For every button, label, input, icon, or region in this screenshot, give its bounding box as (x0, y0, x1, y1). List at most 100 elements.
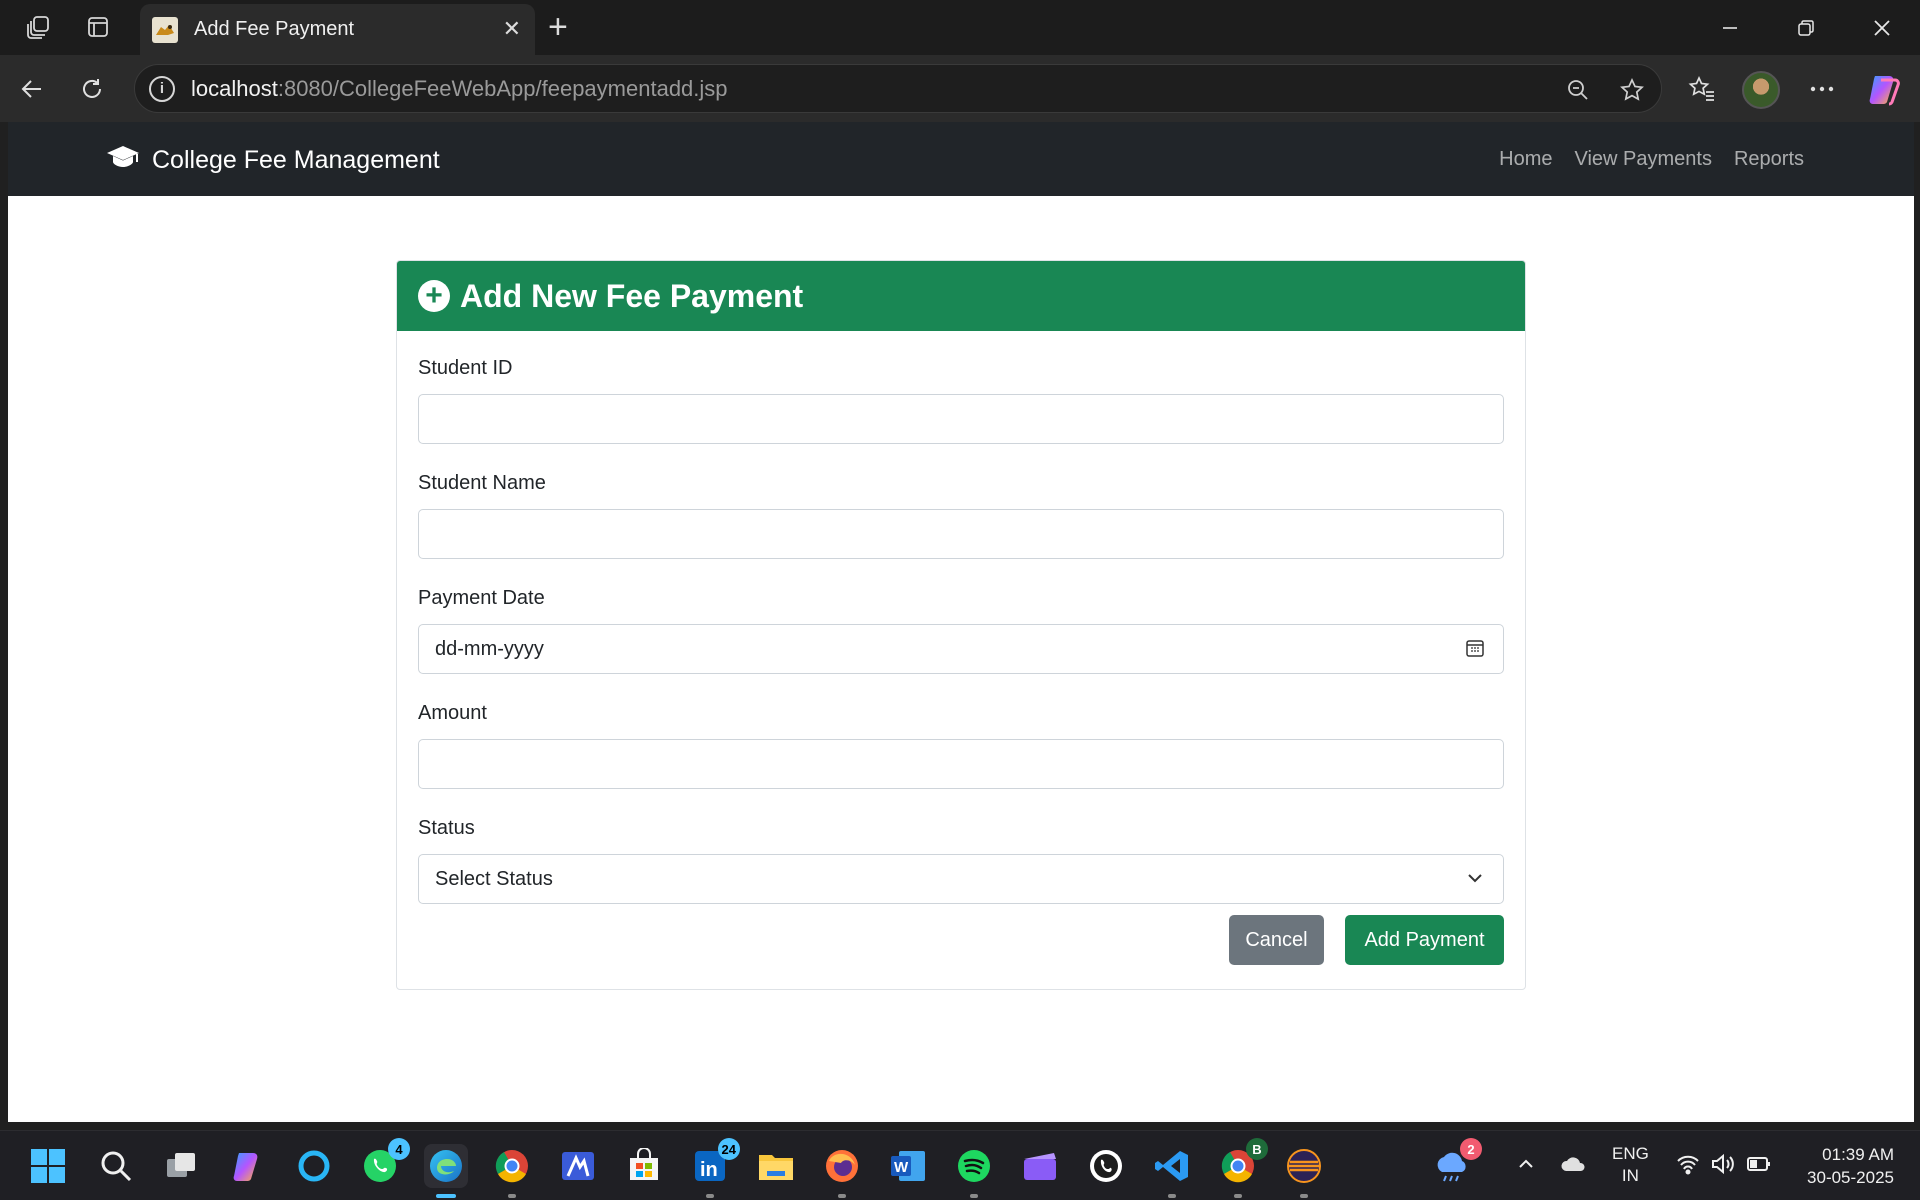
nav-home[interactable]: Home (1499, 148, 1552, 171)
chrome-profile-icon[interactable] (490, 1144, 534, 1198)
form-body: Student ID Student Name Payment Date dd-… (397, 357, 1525, 904)
weather-icon[interactable]: 2 (1430, 1138, 1482, 1188)
zoom-out-icon[interactable] (1565, 77, 1591, 103)
tab-add-fee-payment[interactable]: Add Fee Payment ✕ (140, 4, 535, 55)
tab-title: Add Fee Payment (194, 18, 355, 40)
browser-toolbar: i localhost:8080/CollegeFeeWebApp/feepay… (0, 55, 1920, 122)
amount-input[interactable] (418, 739, 1504, 789)
edge-browser-icon[interactable] (424, 1144, 468, 1198)
payment-date-placeholder: dd-mm-yyyy (435, 637, 544, 660)
graduation-cap-icon (106, 144, 140, 177)
status-selected-value: Select Status (435, 867, 553, 890)
windows-taskbar: 4 in 24 W B 2 ENG IN 01:39 AM 30-05-2025 (0, 1130, 1920, 1200)
fee-payment-card: + Add New Fee Payment Student ID Student… (396, 260, 1526, 990)
battery-icon[interactable] (1746, 1154, 1772, 1179)
cortana-ring-icon[interactable] (292, 1144, 336, 1188)
whatsapp-icon[interactable]: 4 (358, 1138, 410, 1188)
nav-view-payments[interactable]: View Payments (1574, 148, 1711, 171)
svg-text:in: in (700, 1159, 718, 1181)
language-indicator[interactable]: ENG IN (1612, 1143, 1649, 1187)
app-navbar: College Fee Management Home View Payment… (8, 122, 1914, 196)
clock-date: 30-05-2025 (1807, 1168, 1894, 1187)
word-icon[interactable]: W (886, 1144, 930, 1188)
tray-chevron-up-icon[interactable] (1516, 1154, 1536, 1179)
calendar-icon[interactable] (1465, 638, 1485, 664)
student-id-label: Student ID (418, 357, 513, 379)
tomcat-favicon-icon (152, 16, 178, 43)
volume-icon[interactable] (1710, 1153, 1736, 1180)
firefox-running-indicator (838, 1194, 846, 1198)
more-options-icon[interactable] (1804, 71, 1840, 107)
card-header: + Add New Fee Payment (397, 261, 1525, 331)
amount-group: Amount (418, 702, 1504, 789)
linkedin-icon[interactable]: in 24 (688, 1138, 740, 1198)
payment-date-input[interactable]: dd-mm-yyyy (418, 624, 1504, 674)
cancel-button[interactable]: Cancel (1229, 915, 1324, 965)
whatsapp-desktop-icon[interactable] (1084, 1144, 1128, 1188)
status-group: Status Select Status (418, 817, 1504, 904)
nav-reports[interactable]: Reports (1734, 148, 1804, 171)
vscode-icon[interactable] (1150, 1144, 1194, 1198)
status-label: Status (418, 817, 475, 839)
app-blue-a-icon[interactable] (556, 1144, 600, 1188)
start-windows-icon[interactable] (26, 1144, 70, 1188)
student-name-group: Student Name (418, 472, 1504, 559)
brand-name: College Fee Management (152, 146, 440, 174)
tab-close-icon[interactable]: ✕ (503, 16, 521, 42)
edge-active-indicator (436, 1194, 456, 1198)
restore-icon[interactable] (1776, 10, 1836, 46)
svg-text:W: W (894, 1159, 909, 1176)
search-icon[interactable] (94, 1144, 138, 1188)
form-actions: Cancel Add Payment (1229, 915, 1504, 965)
payment-date-group: Payment Date dd-mm-yyyy (418, 587, 1504, 674)
microsoft-store-icon[interactable] (622, 1144, 666, 1188)
chevron-down-icon (1465, 868, 1485, 894)
minimize-icon[interactable] (1700, 10, 1760, 46)
onedrive-cloud-icon[interactable] (1560, 1153, 1588, 1180)
chrome-b-badge: B (1246, 1138, 1268, 1160)
copilot-taskbar-icon[interactable] (226, 1144, 270, 1188)
firefox-icon[interactable] (820, 1144, 864, 1198)
favorite-star-icon[interactable] (1619, 77, 1645, 103)
vscode-running-indicator (1168, 1194, 1176, 1198)
add-payment-button[interactable]: Add Payment (1345, 915, 1504, 965)
favorites-icon[interactable] (1684, 71, 1720, 107)
weather-badge: 2 (1460, 1138, 1482, 1160)
tab-actions-icon[interactable] (80, 10, 116, 44)
app-brand[interactable]: College Fee Management (106, 144, 440, 177)
spotify-icon[interactable] (952, 1144, 996, 1198)
browser-tab-bar: Add Fee Payment ✕ + (0, 0, 1920, 55)
payment-date-label: Payment Date (418, 587, 545, 609)
language-code: ENG (1612, 1144, 1649, 1163)
profile-avatar[interactable] (1742, 71, 1780, 109)
back-icon[interactable] (14, 71, 50, 107)
copilot-icon[interactable] (1864, 69, 1904, 109)
eclipse-icon[interactable] (1282, 1144, 1326, 1198)
clock[interactable]: 01:39 AM 30-05-2025 (1790, 1143, 1894, 1189)
student-id-group: Student ID (418, 357, 1504, 444)
refresh-icon[interactable] (74, 71, 110, 107)
app-nav-links: Home View Payments Reports (1499, 148, 1804, 171)
chrome-b-running-indicator (1234, 1194, 1242, 1198)
linkedin-running-indicator (706, 1194, 714, 1198)
page-viewport: College Fee Management Home View Payment… (8, 122, 1914, 1122)
status-select[interactable]: Select Status (418, 854, 1504, 904)
file-explorer-icon[interactable] (754, 1144, 798, 1188)
chrome-b-profile-icon[interactable]: B (1216, 1138, 1268, 1198)
linkedin-badge: 24 (717, 1138, 740, 1160)
student-id-input[interactable] (418, 394, 1504, 444)
wifi-icon[interactable] (1676, 1153, 1700, 1180)
address-bar[interactable]: i localhost:8080/CollegeFeeWebApp/feepay… (134, 64, 1662, 113)
student-name-label: Student Name (418, 472, 546, 494)
site-info-icon[interactable]: i (149, 75, 175, 102)
new-tab-icon[interactable]: + (548, 8, 568, 47)
form-title: Add New Fee Payment (460, 277, 804, 314)
workspaces-icon[interactable] (20, 10, 56, 44)
spotify-running-indicator (970, 1194, 978, 1198)
task-view-icon[interactable] (160, 1144, 204, 1188)
close-window-icon[interactable] (1852, 10, 1912, 46)
clipchamp-icon[interactable] (1018, 1144, 1062, 1188)
url-text[interactable]: localhost:8080/CollegeFeeWebApp/feepayme… (191, 76, 728, 102)
eclipse-running-indicator (1300, 1194, 1308, 1198)
student-name-input[interactable] (418, 509, 1504, 559)
